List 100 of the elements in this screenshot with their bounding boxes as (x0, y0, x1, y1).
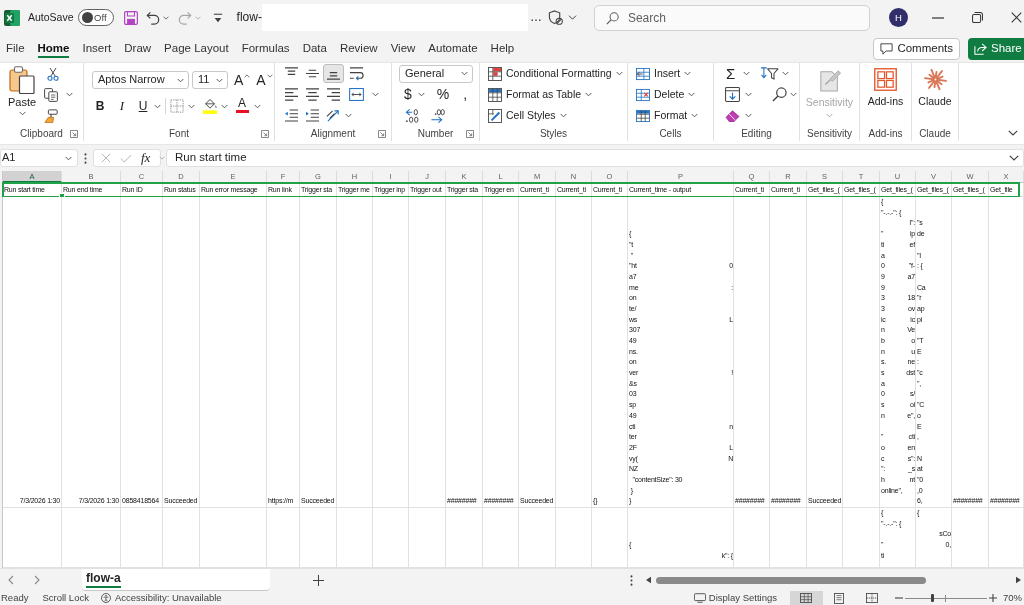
chevron-down-icon[interactable] (567, 15, 577, 20)
caret-icon[interactable] (162, 15, 169, 20)
account-avatar[interactable]: H (888, 8, 908, 27)
font-name-dropdown[interactable]: Aptos Narrow (92, 71, 189, 89)
expand-formula-icon[interactable] (1009, 155, 1019, 161)
search-icon[interactable] (772, 87, 787, 102)
format-cells-button[interactable]: Format (636, 106, 699, 125)
normal-view-button[interactable] (790, 591, 823, 605)
dialog-launcher-icon[interactable] (261, 130, 269, 138)
caret-icon[interactable] (188, 103, 195, 109)
assistant-button[interactable]: Claude (912, 63, 958, 127)
caret-icon[interactable] (372, 92, 379, 97)
dialog-launcher-icon[interactable] (378, 130, 386, 138)
decrease-decimal-icon[interactable] (430, 108, 445, 123)
font-size-dropdown[interactable]: 11 (192, 71, 228, 89)
zoom-level[interactable]: 70% (1003, 592, 1022, 604)
caret-icon[interactable] (790, 92, 797, 97)
paste-button[interactable]: Paste (4, 63, 40, 127)
collapse-ribbon-icon[interactable] (1008, 130, 1018, 136)
menu-tab[interactable]: Automate (428, 38, 478, 59)
add-ins-button[interactable]: Add-ins (860, 63, 911, 127)
decrease-font-size-button[interactable]: A (256, 71, 273, 89)
number-format-dropdown[interactable]: General (399, 64, 473, 83)
previous-sheet-icon[interactable] (8, 575, 14, 585)
caret-icon[interactable] (66, 92, 73, 97)
autosave-toggle[interactable]: Off (77, 9, 114, 26)
menu-tab[interactable]: Insert (82, 38, 112, 59)
menu-tab[interactable]: Page Layout (164, 38, 229, 59)
paintbrush-icon[interactable] (44, 108, 58, 123)
fill-color-icon[interactable] (203, 98, 217, 114)
insert-function-button[interactable]: fx (141, 151, 151, 165)
close-icon[interactable] (1010, 12, 1022, 23)
scissors-icon[interactable] (47, 66, 59, 81)
formula-field[interactable]: Run start time (166, 149, 1024, 167)
dialog-launcher-icon[interactable] (466, 130, 474, 138)
slider-thumb[interactable] (931, 594, 935, 602)
add-sheet-icon[interactable] (313, 574, 324, 586)
next-sheet-icon[interactable] (34, 575, 40, 585)
more-options-icon[interactable] (630, 574, 633, 586)
restore-icon[interactable] (971, 12, 983, 23)
search-field[interactable]: Search (593, 4, 870, 31)
menu-tab[interactable]: View (390, 38, 416, 59)
insert-cells-button[interactable]: Insert (636, 64, 692, 83)
sort-filter-icon[interactable] (760, 66, 780, 81)
menu-tab[interactable]: Review (339, 38, 378, 59)
scroll-left-icon[interactable] (646, 576, 651, 584)
share-button[interactable]: Share (968, 37, 1024, 60)
caret-icon[interactable] (221, 103, 228, 109)
increase-font-size-button[interactable]: A (234, 71, 251, 89)
accessibility-icon[interactable] (100, 593, 111, 603)
cell-styles-button[interactable]: Cell Styles (488, 106, 567, 125)
currency-button[interactable]: $ (402, 85, 414, 104)
comma-style-button[interactable]: , (461, 85, 470, 104)
dialog-launcher-icon[interactable] (70, 130, 78, 138)
autosum-button[interactable]: Σ (726, 64, 736, 83)
format-as-table-button[interactable]: Format as Table (488, 85, 593, 104)
wrap-text-icon[interactable] (349, 66, 364, 81)
undo-icon[interactable] (145, 10, 160, 25)
increase-decimal-icon[interactable] (405, 108, 420, 123)
shield-icon[interactable] (547, 10, 563, 25)
eraser-icon[interactable] (725, 109, 740, 122)
increase-indent-icon[interactable] (305, 109, 320, 122)
scroll-right-icon[interactable] (1016, 576, 1021, 584)
comments-button[interactable]: Comments (873, 37, 960, 60)
caret-icon[interactable] (782, 71, 790, 76)
caret-icon[interactable] (745, 92, 752, 97)
more-options-icon[interactable] (84, 152, 87, 164)
minimize-icon[interactable] (931, 16, 944, 19)
menu-tab[interactable]: Help (490, 38, 515, 59)
percent-button[interactable]: % (434, 85, 452, 104)
zoom-in-icon[interactable] (989, 594, 997, 602)
name-box[interactable]: A1 (0, 149, 78, 167)
italic-button[interactable]: I (114, 97, 130, 115)
sheet-tab[interactable]: flow-a (82, 569, 270, 591)
text-angle-icon[interactable] (326, 108, 341, 123)
caret-icon[interactable] (254, 103, 261, 109)
copy-icon[interactable] (44, 87, 58, 102)
fill-down-icon[interactable] (725, 87, 740, 102)
font-color-button[interactable]: A (234, 97, 250, 115)
delete-cells-button[interactable]: Delete (636, 85, 696, 104)
caret-icon[interactable] (345, 113, 352, 118)
menu-tab[interactable]: Home (37, 38, 70, 59)
merge-cells-icon[interactable] (349, 88, 364, 101)
decrease-indent-icon[interactable] (284, 109, 299, 122)
customize-toolbar-icon[interactable] (212, 12, 223, 23)
caret-icon[interactable] (417, 92, 425, 97)
menu-tab[interactable]: Formulas (241, 38, 290, 59)
align-bottom-button[interactable] (323, 64, 344, 83)
menu-tab[interactable]: File (6, 38, 25, 59)
display-settings-button[interactable]: Display Settings (693, 592, 777, 604)
save-icon[interactable] (123, 10, 138, 25)
caret-icon[interactable] (154, 103, 161, 109)
conditional-formatting-button[interactable]: Conditional Formatting (488, 64, 623, 83)
menu-tab[interactable]: Data (302, 38, 327, 59)
caret-icon[interactable] (743, 71, 751, 76)
bold-button[interactable]: B (92, 97, 108, 115)
scrollbar-thumb[interactable] (656, 576, 926, 584)
menu-tab[interactable]: Draw (124, 38, 152, 59)
underline-button[interactable]: U (135, 97, 151, 115)
caret-icon[interactable] (745, 113, 752, 118)
